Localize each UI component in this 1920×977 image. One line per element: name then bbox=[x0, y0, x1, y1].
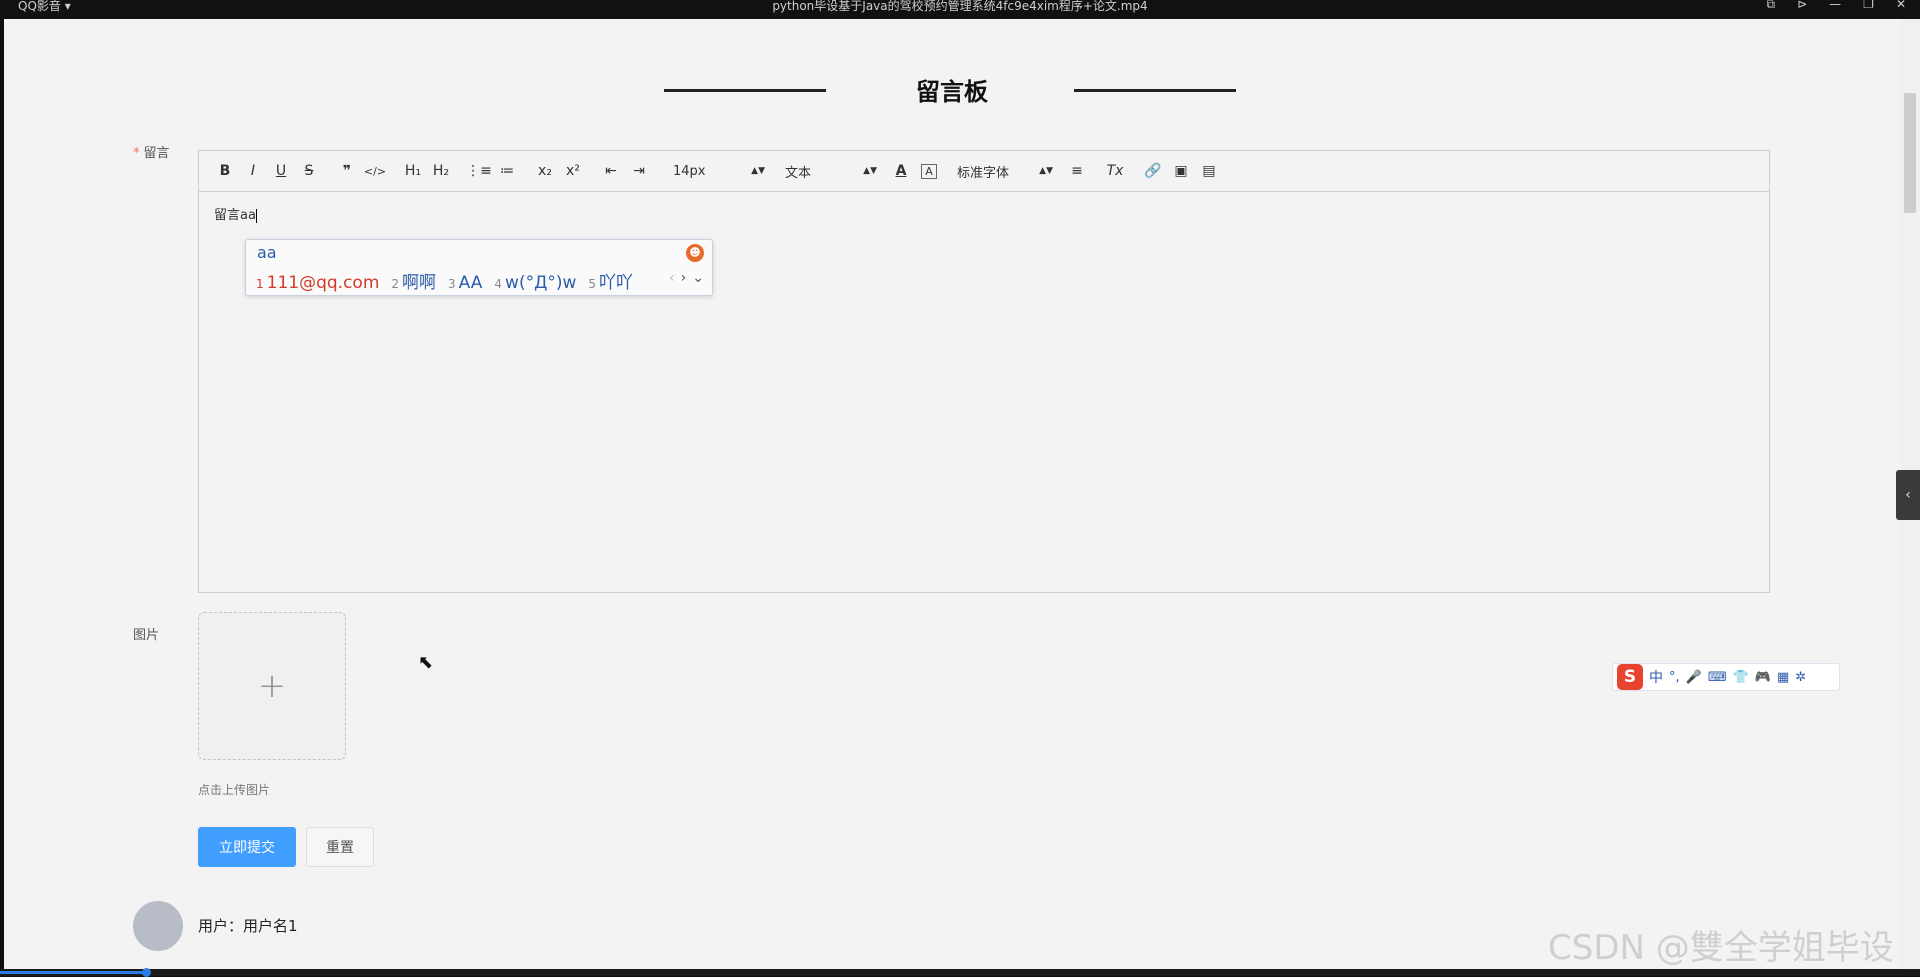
select-arrows-icon: ▲▼ bbox=[1039, 166, 1053, 176]
bullet-list-button[interactable]: ≔ bbox=[493, 163, 521, 179]
video-file-title: python毕设基于Java的驾校预约管理系统4fc9e4xim程序+论文.mp… bbox=[772, 0, 1148, 13]
heading-select[interactable]: 文本 ▲▼ bbox=[785, 162, 877, 181]
page-viewport: 留言板 * 留言 B I U S ❞ </> H₁ H₂ ⋮≡ ≔ x₂ x² ⇤… bbox=[4, 19, 1900, 969]
microphone-icon[interactable]: 🎤 bbox=[1686, 670, 1702, 685]
ime-prev-page-icon[interactable]: ‹ bbox=[669, 270, 675, 286]
page-title: 留言板 bbox=[916, 78, 988, 106]
ime-candidate-popup: aa ☻ 1 111@qq.com 2 啊啊 3 AA 4 w(°Д°)w 5 吖吖 ‹ … bbox=[245, 239, 713, 296]
editor-text: 留言aa bbox=[214, 208, 256, 223]
video-button[interactable]: ▤ bbox=[1195, 163, 1223, 179]
ime-candidate[interactable]: 3 AA bbox=[448, 273, 482, 293]
indent-button[interactable]: ⇥ bbox=[625, 163, 653, 179]
watermark: CSDN @雙全学姐毕设 bbox=[1548, 928, 1894, 968]
outdent-button[interactable]: ⇤ bbox=[597, 163, 625, 179]
settings-icon[interactable]: ✲ bbox=[1795, 670, 1806, 685]
window-controls: ⧉ ⊳ — ❐ ✕ bbox=[1767, 0, 1906, 12]
code-block-button[interactable]: </> bbox=[361, 165, 389, 178]
ime-composition: aa bbox=[257, 243, 277, 262]
title-divider-left bbox=[664, 89, 826, 92]
sogou-logo-icon[interactable]: S bbox=[1617, 664, 1643, 690]
ime-skin-icon[interactable]: ☻ bbox=[686, 244, 704, 262]
font-family-select[interactable]: 标准字体 ▲▼ bbox=[957, 162, 1053, 181]
align-button[interactable]: ≡ bbox=[1063, 163, 1091, 179]
side-panel-toggle[interactable]: ‹ bbox=[1896, 470, 1920, 520]
image-button[interactable]: ▣ bbox=[1167, 163, 1195, 179]
underline-button[interactable]: U bbox=[267, 163, 295, 179]
ime-candidate[interactable]: 4 w(°Д°)w bbox=[494, 273, 576, 293]
strike-button[interactable]: S bbox=[295, 163, 323, 179]
reset-button[interactable]: 重置 bbox=[306, 827, 374, 867]
ordered-list-button[interactable]: ⋮≡ bbox=[465, 163, 493, 179]
minimize-icon[interactable]: — bbox=[1829, 0, 1841, 12]
background-color-button[interactable]: A bbox=[921, 163, 937, 179]
upload-tip: 点击上传图片 bbox=[198, 783, 271, 797]
required-mark: * bbox=[133, 146, 140, 161]
game-icon[interactable]: 🎮 bbox=[1755, 670, 1771, 685]
header1-button[interactable]: H₁ bbox=[399, 163, 427, 179]
title-divider-right bbox=[1074, 89, 1236, 92]
ime-candidate-list: 1 111@qq.com 2 啊啊 3 AA 4 w(°Д°)w 5 吖吖 bbox=[256, 268, 633, 293]
ime-expand-icon[interactable]: ⌄ bbox=[692, 270, 704, 286]
scrollbar-thumb[interactable] bbox=[1904, 93, 1916, 213]
text-caret bbox=[255, 208, 257, 223]
image-upload-box[interactable]: + bbox=[198, 612, 346, 760]
punctuation-icon[interactable]: °, bbox=[1669, 670, 1680, 685]
editor-content[interactable]: 留言aa bbox=[199, 192, 1769, 235]
ime-status-bar: S 中 °, 🎤 ⌨ 👕 🎮 ▦ ✲ bbox=[1612, 663, 1840, 691]
message-editor: B I U S ❞ </> H₁ H₂ ⋮≡ ≔ x₂ x² ⇤ ⇥ 14px ▲… bbox=[198, 150, 1770, 593]
link-button[interactable]: 🔗 bbox=[1139, 163, 1167, 179]
keyboard-icon[interactable]: ⌨ bbox=[1708, 670, 1727, 685]
clear-format-button[interactable]: Tx bbox=[1101, 163, 1129, 179]
select-arrows-icon: ▲▼ bbox=[863, 166, 877, 176]
ime-candidate[interactable]: 1 111@qq.com bbox=[256, 273, 379, 293]
editor-toolbar: B I U S ❞ </> H₁ H₂ ⋮≡ ≔ x₂ x² ⇤ ⇥ 14px ▲… bbox=[199, 151, 1769, 192]
toolbox-icon[interactable]: ▦ bbox=[1777, 670, 1789, 685]
ime-next-page-icon[interactable]: › bbox=[681, 270, 687, 286]
header2-button[interactable]: H₂ bbox=[427, 163, 455, 179]
text-color-button[interactable]: A bbox=[887, 163, 915, 179]
avatar bbox=[133, 901, 183, 951]
progress-fill bbox=[0, 971, 146, 974]
italic-button[interactable]: I bbox=[239, 163, 267, 179]
bold-button[interactable]: B bbox=[211, 163, 239, 179]
image-label: 图片 bbox=[133, 628, 160, 643]
select-arrows-icon: ▲▼ bbox=[751, 166, 765, 176]
player-title-bar: QQ影音 ▾ python毕设基于Java的驾校预约管理系统4fc9e4xim程… bbox=[0, 0, 1920, 19]
close-icon[interactable]: ✕ bbox=[1896, 0, 1906, 12]
ime-nav: ‹ › ⌄ bbox=[669, 270, 704, 286]
comment-user-name: 用户：用户名1 bbox=[198, 917, 298, 935]
restore-icon[interactable]: ❐ bbox=[1863, 0, 1874, 12]
submit-button[interactable]: 立即提交 bbox=[198, 827, 296, 867]
skin-icon[interactable]: 👕 bbox=[1733, 670, 1749, 685]
video-progress-bar[interactable] bbox=[0, 968, 1920, 977]
subscript-button[interactable]: x₂ bbox=[531, 163, 559, 179]
ime-mode-toggle[interactable]: 中 bbox=[1649, 667, 1663, 687]
message-label: * 留言 bbox=[133, 146, 170, 161]
ime-candidate[interactable]: 5 吖吖 bbox=[588, 268, 633, 293]
mouse-pointer-icon: ⬉ bbox=[418, 652, 434, 673]
superscript-button[interactable]: x² bbox=[559, 163, 587, 179]
font-size-select[interactable]: 14px ▲▼ bbox=[673, 164, 765, 179]
plus-icon: + bbox=[257, 666, 287, 706]
chevron-left-icon: ‹ bbox=[1905, 487, 1911, 503]
blockquote-button[interactable]: ❞ bbox=[333, 163, 361, 179]
screen-mode-icon[interactable]: ⧉ bbox=[1767, 0, 1776, 12]
ime-candidate[interactable]: 2 啊啊 bbox=[391, 268, 436, 293]
play-icon[interactable]: ⊳ bbox=[1797, 0, 1807, 12]
